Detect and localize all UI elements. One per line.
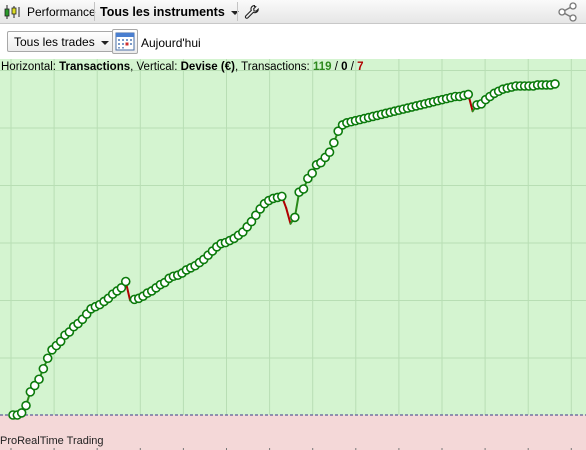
date-range-label[interactable]: Aujourd'hui [141,36,201,50]
vertical-prefix: , Vertical: [130,61,181,73]
count-separator: / [347,61,358,73]
toolbar-divider [94,2,95,21]
horizontal-prefix: Horizontal: [1,61,60,73]
winning-count: 119 [312,61,332,73]
instruments-label: Tous les instruments [100,4,225,19]
trade-point[interactable] [277,191,287,202]
transactions-prefix: , Transactions: [234,61,313,73]
calendar-icon [115,32,135,51]
equity-curve-plot [0,59,586,450]
toolbar: Performance Tous les instruments [0,0,586,24]
trade-point[interactable] [290,212,300,223]
trades-filter-label: Tous les trades [14,34,95,49]
trade-point[interactable] [16,408,27,418]
trade-point[interactable] [307,168,317,179]
calendar-button[interactable] [112,29,138,54]
trade-point[interactable] [298,184,309,194]
performance-tab[interactable]: Performance [27,0,96,23]
trade-point[interactable] [34,374,44,385]
performance-label: Performance [27,4,96,19]
instruments-dropdown[interactable]: Tous les instruments [100,0,239,23]
losing-count: 7 [357,61,364,73]
controls-bar: Tous les trades Aujourd'hui [0,24,586,59]
toolbar-divider [237,2,238,21]
trade-point[interactable] [324,147,335,158]
count-separator: / [331,61,342,73]
trade-point[interactable] [42,353,53,364]
chevron-down-icon [100,40,109,45]
trade-point[interactable] [120,276,131,287]
wrench-icon[interactable] [244,0,260,23]
trades-filter-select[interactable]: Tous les trades [7,31,116,52]
horizontal-axis-value: Transactions [59,61,131,73]
chart-info: Horizontal: Transactions, Vertical: Devi… [1,61,364,73]
trade-point[interactable] [550,79,560,89]
positive-area [0,59,586,415]
trade-point[interactable] [38,363,49,374]
trade-point[interactable] [463,89,474,100]
trade-point[interactable] [21,400,31,411]
vertical-axis-value: Devise (€) [180,61,235,73]
equity-chart: Horizontal: Transactions, Vertical: Devi… [0,59,586,450]
trade-point[interactable] [329,137,339,148]
candlestick-icon[interactable] [3,0,21,23]
platform-watermark: ProRealTime Trading [0,435,104,447]
share-icon[interactable] [557,0,579,23]
